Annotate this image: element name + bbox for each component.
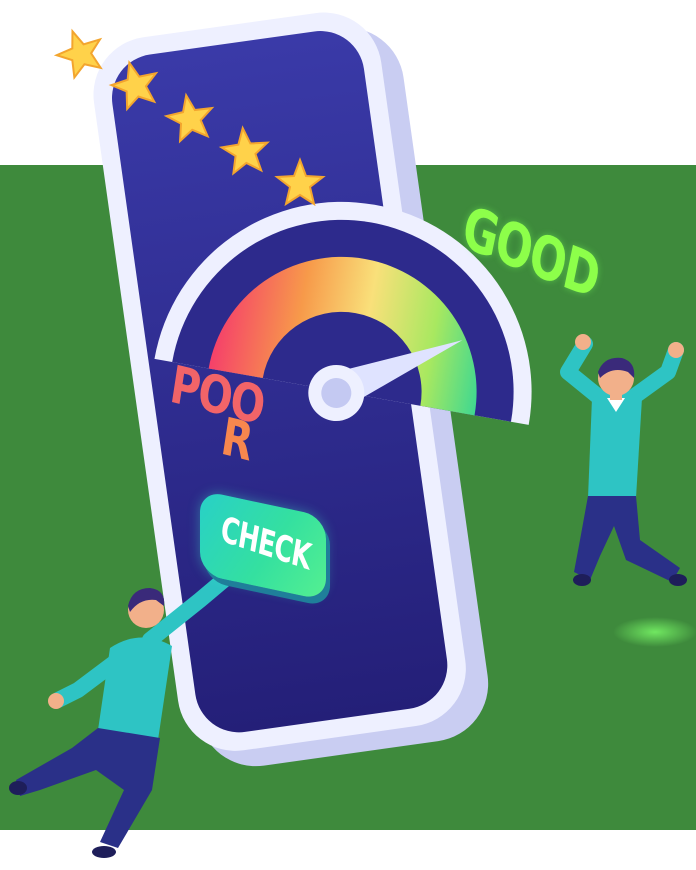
illustration-scene	[0, 12, 696, 858]
floor-glow	[613, 617, 696, 647]
check-button[interactable]: CHECK	[200, 490, 332, 601]
